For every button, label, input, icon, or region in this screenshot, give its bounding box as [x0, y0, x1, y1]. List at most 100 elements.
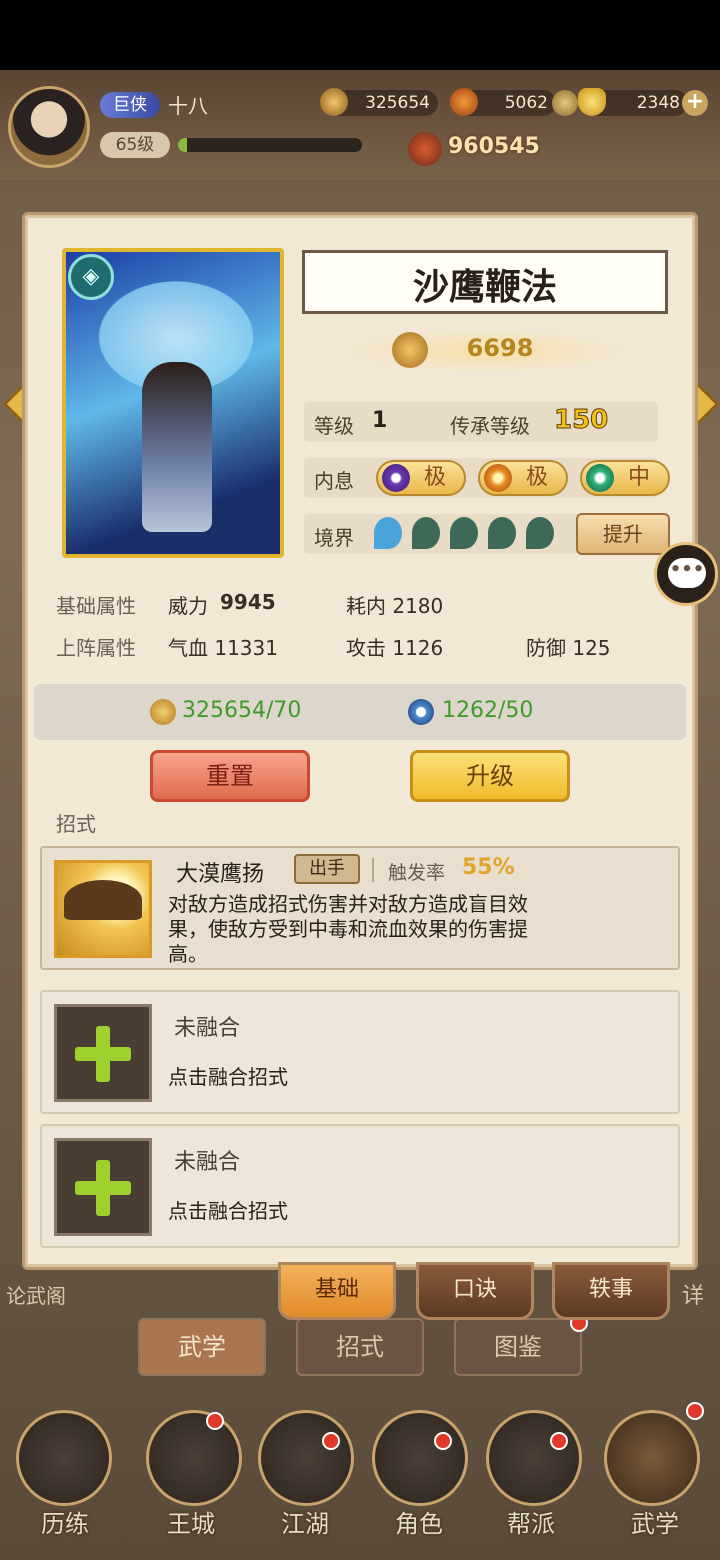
- power-icon: [408, 132, 442, 166]
- upgrade-cost-bar: [34, 684, 686, 740]
- realm-label: 境界: [314, 526, 354, 550]
- empty-slot-2-hint: 点击融合招式: [168, 1199, 288, 1223]
- nav-label-city[interactable]: 王城: [136, 1504, 246, 1539]
- inner-grade-3[interactable]: 中: [580, 460, 670, 496]
- level-value: 1: [372, 408, 388, 433]
- hp-stat: 气血 11331: [168, 636, 278, 660]
- realm-drop-icon-4: [488, 517, 516, 549]
- nav-icon-guild[interactable]: [486, 1410, 582, 1506]
- move-1-desc-line-3: 高。: [168, 942, 208, 966]
- empty-slot-1-title: 未融合: [174, 1016, 241, 1041]
- add-energy-icon[interactable]: [552, 90, 578, 116]
- empty-slot-1-hint: 点击融合招式: [168, 1065, 288, 1089]
- chat-bubble-icon: •••: [668, 558, 706, 588]
- gold-amount: 2348: [636, 93, 680, 113]
- nav-icon-city[interactable]: [146, 1410, 242, 1506]
- nav-icon-wuxue[interactable]: [604, 1410, 700, 1506]
- inner-grade-1-text: 极: [423, 465, 446, 490]
- nav-label-guild[interactable]: 帮派: [476, 1504, 586, 1539]
- player-level: 65级: [100, 132, 170, 158]
- move-1-desc-line-1: 对敌方造成招式伤害并对敌方造成盲目效: [168, 892, 528, 916]
- inner-grade-2[interactable]: 极: [478, 460, 568, 496]
- power-stat-value: 9945: [220, 590, 276, 614]
- under-tab-codex[interactable]: 图鉴: [454, 1318, 582, 1376]
- empty-slot-2-title: 未融合: [174, 1150, 241, 1175]
- inherit-value: 150: [553, 405, 609, 436]
- nav-label-jianghu[interactable]: 江湖: [250, 1504, 360, 1539]
- move-1-name: 大漠鹰扬: [176, 862, 265, 887]
- move-1-divider: [372, 858, 374, 882]
- exp-bar-fill: [178, 138, 188, 152]
- realm-drop-icon-2: [412, 517, 440, 549]
- city-notification-dot: [206, 1412, 224, 1430]
- gold-resource: 2348: [578, 88, 688, 116]
- add-gold-icon[interactable]: +: [682, 90, 708, 116]
- consume-stat: 耗内 2180: [346, 594, 444, 618]
- realm-drop-icon-5: [526, 517, 554, 549]
- copper-cost: 325654/70: [182, 698, 302, 723]
- purple-orb-icon: [382, 464, 410, 492]
- realm-drop-icon-3: [450, 517, 478, 549]
- inner-label: 内息: [314, 469, 354, 493]
- tab-basic[interactable]: 基础: [278, 1262, 396, 1320]
- reset-button[interactable]: 重置: [150, 750, 310, 802]
- realm-drop-icon-1: [374, 517, 402, 549]
- energy-amount: 5062: [504, 93, 548, 113]
- skill-title: 沙鹰鞭法: [412, 266, 557, 308]
- gold-ingot-icon: [578, 88, 606, 116]
- side-text-left[interactable]: 论武阁: [6, 1280, 66, 1309]
- nav-label-training[interactable]: 历练: [10, 1504, 120, 1539]
- energy-flame-icon: [450, 88, 478, 116]
- essence-cost-icon: [408, 699, 434, 725]
- under-tab-wuxue[interactable]: 武学: [138, 1318, 266, 1376]
- player-name: 十八: [168, 94, 208, 118]
- player-avatar[interactable]: [8, 86, 90, 168]
- copper-coin-icon: [320, 88, 348, 116]
- base-stats-label: 基础属性: [56, 594, 136, 618]
- tab-formula[interactable]: 口诀: [416, 1262, 534, 1320]
- eagle-icon: [64, 880, 142, 920]
- character-notification-dot: [434, 1432, 452, 1450]
- inner-grade-2-text: 极: [525, 465, 548, 490]
- jianghu-notification-dot: [322, 1432, 340, 1450]
- power-stat-label: 威力: [168, 594, 208, 618]
- tab-anecdote[interactable]: 轶事: [552, 1262, 670, 1320]
- nav-icon-training[interactable]: [16, 1410, 112, 1506]
- under-tab-moves[interactable]: 招式: [296, 1318, 424, 1376]
- moves-section-label: 招式: [56, 812, 96, 836]
- rank-badge: 巨侠: [100, 92, 160, 118]
- nav-label-wuxue[interactable]: 武学: [600, 1504, 710, 1539]
- power-value: 960545: [448, 134, 540, 159]
- skill-type-icon: ◈: [68, 254, 114, 300]
- move-1-tag: 出手: [294, 854, 360, 884]
- guild-notification-dot: [550, 1432, 568, 1450]
- jade-orb-icon: [586, 464, 614, 492]
- copper-amount: 325654: [365, 93, 430, 113]
- copper-cost-icon: [150, 699, 176, 725]
- inner-grade-1[interactable]: 极: [376, 460, 466, 496]
- move-1-desc-line-2: 果，使敌方受到中毒和流血效果的伤害提: [168, 917, 528, 941]
- def-stat: 防御 125: [526, 636, 611, 660]
- realm-upgrade-button[interactable]: 提升: [576, 513, 670, 555]
- exp-bar: [178, 138, 362, 152]
- screen: { "player": { "rank_badge": "巨侠", "name"…: [0, 0, 720, 1560]
- inherit-label: 传承等级: [450, 414, 530, 438]
- nav-icon-character[interactable]: [372, 1410, 468, 1506]
- inner-grade-3-text: 中: [627, 465, 650, 490]
- levelup-button[interactable]: 升级: [410, 750, 570, 802]
- level-label: 等级: [314, 414, 354, 438]
- top-bar: [0, 70, 720, 180]
- energy-resource: 5062: [450, 88, 556, 116]
- move-1-rate-label: 触发率: [388, 862, 446, 884]
- skill-score: 6698: [466, 334, 534, 362]
- character-figure-art: [142, 362, 212, 532]
- nav-icon-jianghu[interactable]: [258, 1410, 354, 1506]
- essence-cost: 1262/50: [442, 698, 534, 723]
- nav-label-character[interactable]: 角色: [364, 1504, 474, 1539]
- add-move-icon-1[interactable]: [54, 1004, 152, 1102]
- wuxue-notification-dot: [686, 1402, 704, 1420]
- score-sword-icon: [392, 332, 428, 368]
- atk-stat: 攻击 1126: [346, 636, 444, 660]
- side-text-right[interactable]: 详: [682, 1278, 704, 1310]
- add-move-icon-2[interactable]: [54, 1138, 152, 1236]
